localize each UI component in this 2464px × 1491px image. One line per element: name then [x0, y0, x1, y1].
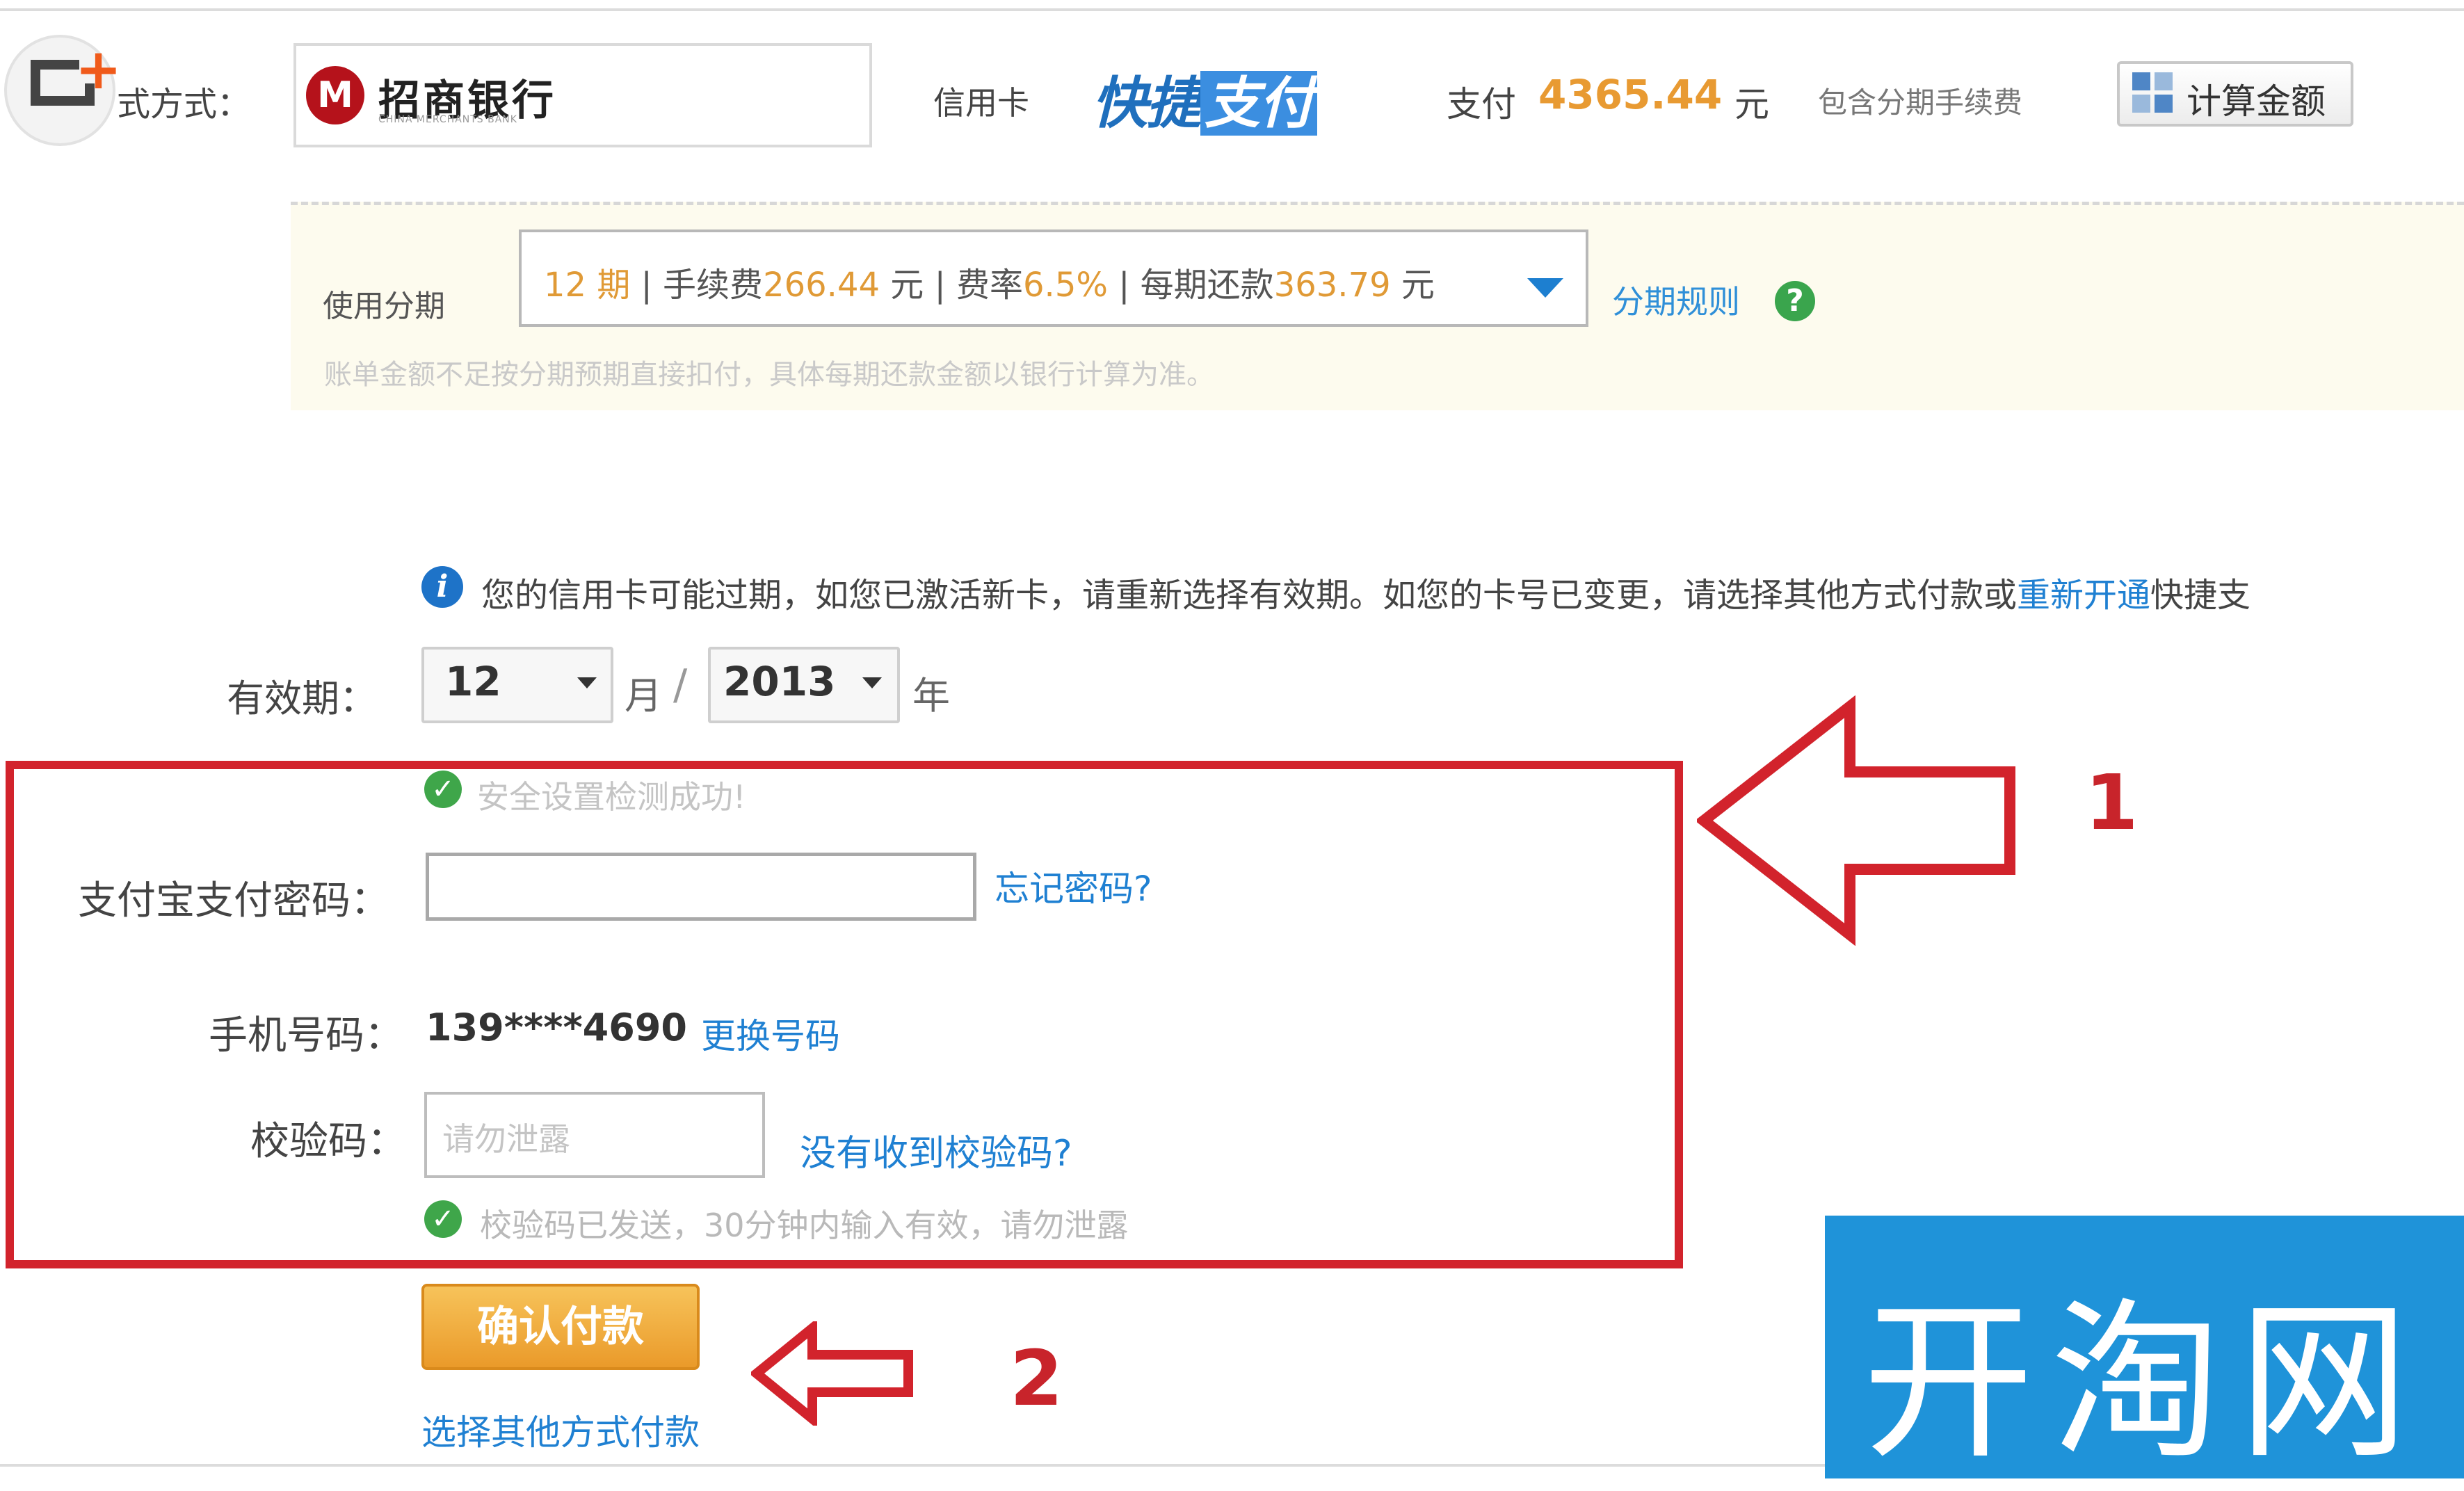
pay-method-label: 式方式：	[117, 85, 251, 124]
pay-amount: 4365.44	[1538, 71, 1723, 118]
card-type: 信用卡	[933, 84, 1029, 122]
annotation-number-2: 2	[1010, 1334, 1063, 1423]
bank-subname: CHINA MERCHANTS BANK	[378, 114, 517, 125]
change-phone-link[interactable]: 更换号码	[701, 1008, 840, 1058]
phone-value: 139****4690	[426, 1006, 687, 1049]
arrow-1-icon	[1697, 695, 2015, 946]
notice-text: 您的信用卡可能过期，如您已激活新卡，请重新选择有效期。如您的卡号已变更，请选择其…	[481, 576, 2018, 615]
check-icon: ✓	[424, 771, 462, 808]
other-payment-link[interactable]: 选择其他方式付款	[421, 1405, 700, 1455]
verify-code-label: 校验码：	[250, 1119, 406, 1164]
separator: |	[1118, 266, 1141, 305]
expiry-year-unit: 年	[912, 674, 950, 718]
installment-summary: 12 期 | 手续费266.44 元 | 费率6.5% | 每期还款363.79…	[544, 257, 1435, 306]
verify-code-placeholder: 请勿泄露	[442, 1120, 570, 1158]
separator: |	[934, 266, 956, 305]
fee-label: 手续费	[663, 266, 764, 305]
quickpay-logo: 快捷支付	[1092, 58, 1317, 139]
chevron-down-icon[interactable]	[1527, 278, 1563, 298]
plus-icon: +	[75, 37, 122, 102]
quickpay-logo-a: 快捷	[1092, 71, 1202, 136]
fee-unit: 元	[890, 266, 924, 305]
help-icon[interactable]: ?	[1775, 281, 1815, 321]
per-period-value: 363.79	[1273, 266, 1391, 305]
expiry-label: 有效期：	[227, 677, 377, 720]
installment-label: 使用分期	[323, 289, 445, 324]
per-period-label: 每期还款	[1140, 266, 1274, 305]
installment-period: 12 期	[544, 266, 631, 305]
pay-prefix: 支付	[1447, 84, 1516, 124]
rate-value: 6.5%	[1023, 266, 1108, 305]
expiry-slash: /	[673, 661, 688, 709]
pay-password-label: 支付宝支付密码：	[78, 878, 389, 924]
installment-rules-link[interactable]: 分期规则	[1612, 277, 1740, 323]
security-ok-text: 安全设置检测成功!	[477, 778, 746, 816]
forgot-password-link[interactable]: 忘记密码?	[995, 861, 1152, 911]
calculator-icon	[2132, 72, 2174, 114]
pay-password-input[interactable]	[426, 853, 976, 921]
chevron-down-icon	[577, 677, 597, 688]
check-icon: ✓	[424, 1200, 462, 1238]
calc-amount-label: 计算金额	[2187, 81, 2326, 122]
pay-unit: 元	[1734, 84, 1769, 124]
expiry-month-unit: 月	[625, 674, 662, 718]
expiry-year-value: 2013	[723, 658, 836, 705]
reopen-link[interactable]: 重新开通	[2017, 576, 2150, 615]
top-divider	[0, 8, 2464, 11]
chevron-down-icon	[862, 677, 882, 688]
per-period-unit: 元	[1401, 266, 1435, 305]
separator: |	[641, 266, 663, 305]
fee-note: 包含分期手续费	[1818, 86, 2023, 120]
notice-tail: 快捷支	[2150, 576, 2251, 615]
phone-label: 手机号码：	[209, 1013, 403, 1058]
expiry-notice: 您的信用卡可能过期，如您已激活新卡，请重新选择有效期。如您的卡号已变更，请选择其…	[481, 567, 2250, 616]
no-code-link[interactable]: 没有收到校验码?	[800, 1124, 1072, 1176]
info-icon: i	[421, 566, 463, 608]
confirm-payment-button[interactable]: 确认付款	[421, 1284, 700, 1370]
arrow-2-icon	[751, 1321, 913, 1426]
installment-note: 账单金额不足按分期预期直接扣付，具体每期还款金额以银行计算为准。	[324, 359, 1214, 391]
annotation-number-1: 1	[2085, 758, 2139, 847]
rate-label: 费率	[956, 266, 1024, 305]
quickpay-logo-b: 支付	[1200, 71, 1317, 136]
bank-logo-glyph: M	[317, 74, 353, 116]
expiry-month-value: 12	[445, 658, 501, 705]
fee-value: 266.44	[763, 266, 880, 305]
code-sent-text: 校验码已发送，30分钟内输入有效，请勿泄露	[480, 1207, 1129, 1244]
watermark-text: 开淘网	[1862, 1284, 2426, 1483]
